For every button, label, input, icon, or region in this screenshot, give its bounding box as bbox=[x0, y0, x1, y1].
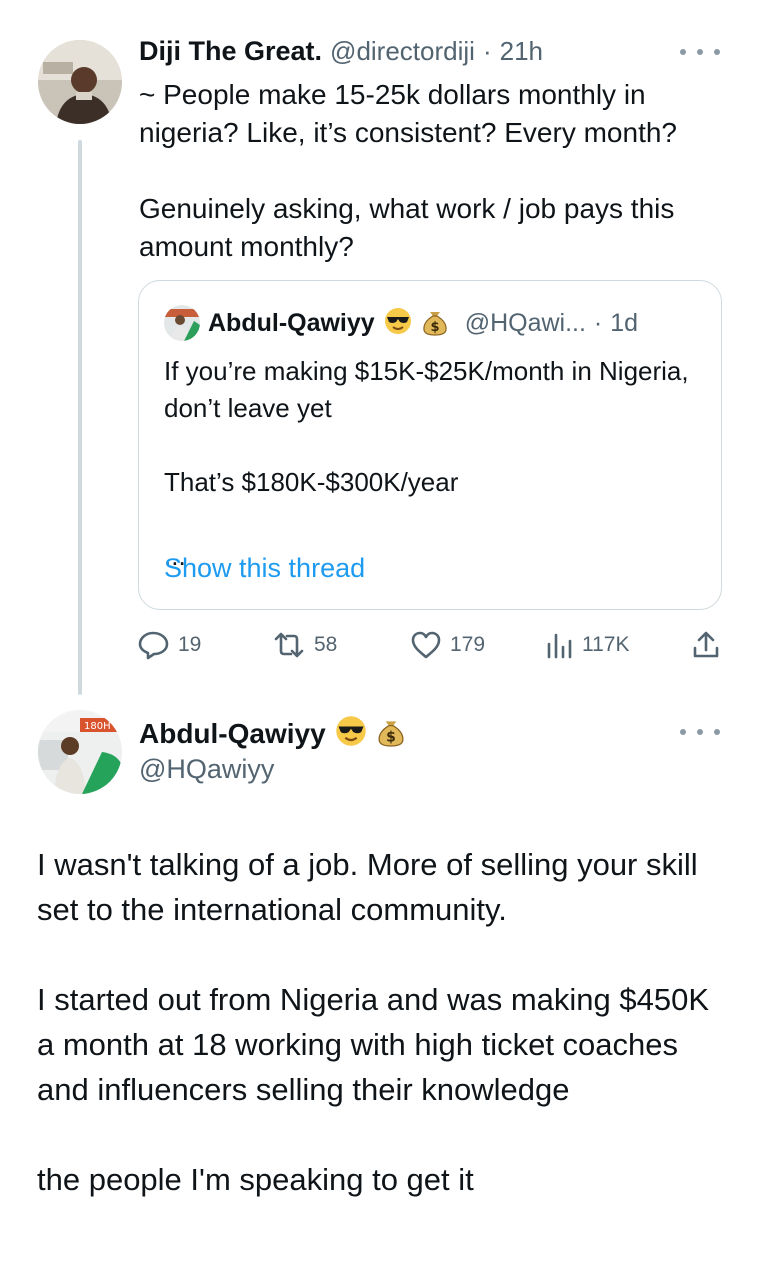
tweet1-separator: · bbox=[482, 36, 492, 66]
quote-separator: · bbox=[593, 308, 603, 337]
svg-text:$: $ bbox=[386, 730, 396, 746]
tweet2-header: Abdul-Qawiyy $ bbox=[139, 714, 406, 753]
views-icon bbox=[547, 633, 572, 659]
tweet1-more-icon[interactable] bbox=[680, 42, 720, 62]
quote-avatar bbox=[164, 305, 200, 341]
svg-text:180H: 180H bbox=[84, 721, 111, 732]
tweet1-author-name[interactable]: Diji The Great. bbox=[139, 36, 322, 67]
tweet1-text: ~ People make 15-25k dollars monthly in … bbox=[139, 79, 677, 262]
heart-icon bbox=[411, 631, 441, 659]
like-button[interactable]: 179 bbox=[410, 630, 485, 660]
tweet2-text: I wasn't talking of a job. More of selli… bbox=[37, 847, 710, 1197]
quote-header: Abdul-Qawiyy $ @HQawi... · 1d bbox=[164, 305, 638, 341]
share-icon bbox=[693, 631, 719, 658]
quote-time: 1d bbox=[610, 308, 639, 337]
svg-text:$: $ bbox=[430, 320, 439, 335]
quote-text: If you’re making $15K-$25K/month in Nige… bbox=[164, 356, 689, 571]
avatar-abdul-qawiyy[interactable]: 180H bbox=[38, 710, 122, 794]
views-count: 117K bbox=[582, 633, 630, 656]
tweet1-handle[interactable]: @directordiji bbox=[330, 36, 475, 67]
money-bag-emoji-icon-2: $ bbox=[376, 714, 406, 753]
quote-handle: @HQawi... bbox=[464, 308, 586, 337]
money-bag-emoji-icon: $ bbox=[421, 306, 449, 341]
tweet2-author-name[interactable]: Abdul-Qawiyy bbox=[139, 718, 326, 750]
quote-author-name: Abdul-Qawiyy bbox=[208, 308, 375, 337]
avatar-diji[interactable] bbox=[38, 40, 122, 124]
show-thread-link[interactable]: Show this thread bbox=[164, 553, 365, 584]
retweet-button[interactable]: 58 bbox=[272, 630, 337, 660]
like-count: 179 bbox=[450, 633, 486, 656]
tweet2-handle[interactable]: @HQawiyy bbox=[139, 754, 274, 785]
retweet-count: 58 bbox=[314, 633, 338, 656]
tweet1-time[interactable]: 21h bbox=[500, 36, 543, 67]
reply-button[interactable]: 19 bbox=[138, 630, 201, 660]
sunglasses-emoji-icon-2 bbox=[334, 714, 368, 753]
reply-icon bbox=[138, 631, 169, 660]
sunglasses-emoji-icon bbox=[383, 306, 413, 341]
retweet-icon bbox=[274, 632, 304, 658]
share-button[interactable] bbox=[692, 630, 720, 660]
reply-count: 19 bbox=[178, 633, 202, 656]
tweet1-header: Diji The Great. @directordiji · 21h bbox=[139, 36, 543, 67]
tweet2-more-icon[interactable] bbox=[680, 722, 720, 742]
thread-connector-line bbox=[78, 140, 82, 695]
views-button[interactable]: 117K bbox=[546, 630, 630, 660]
